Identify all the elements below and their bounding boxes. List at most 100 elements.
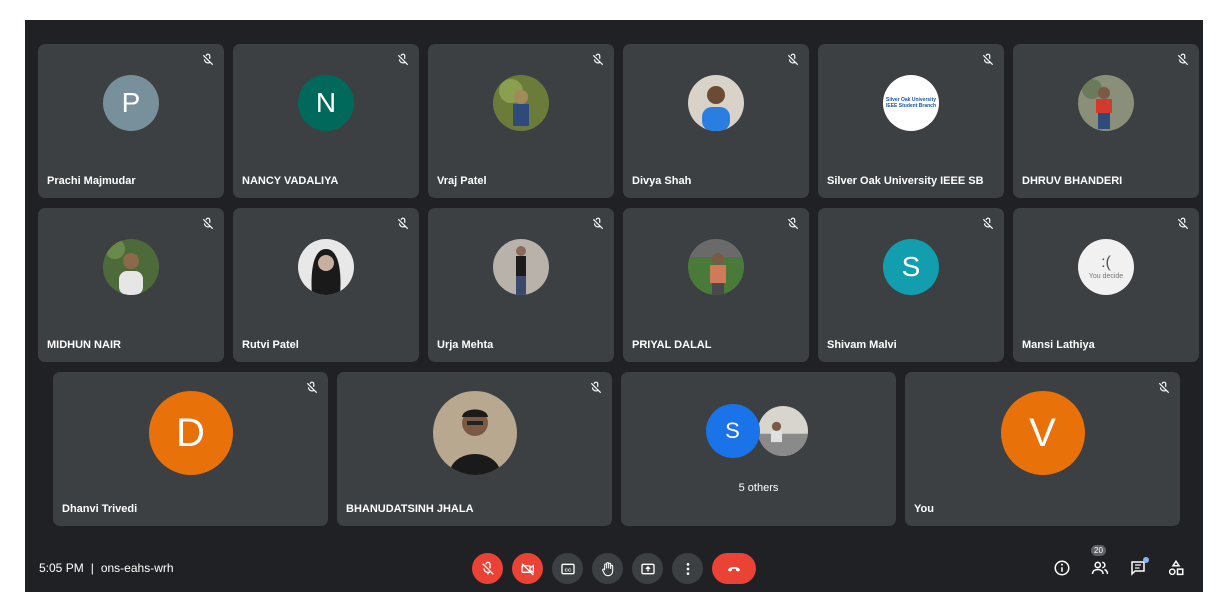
raise-hand-button[interactable] <box>592 553 623 584</box>
call-controls: CC <box>472 553 756 584</box>
participant-name: BHANUDATSINH JHALA <box>346 503 474 515</box>
avatar: N <box>298 75 354 131</box>
avatar: V <box>1000 391 1085 475</box>
participant-name: DHRUV BHANDERI <box>1022 175 1123 187</box>
end-call-icon <box>728 566 740 572</box>
more-vert-icon <box>686 562 689 575</box>
present-icon <box>640 563 655 574</box>
participant-tile[interactable]: N NANCY VADALIYA <box>233 44 419 198</box>
captions-icon: CC <box>560 563 575 574</box>
participant-name: Silver Oak University IEEE SB <box>827 175 984 187</box>
captions-button[interactable]: CC <box>552 553 583 584</box>
people-count-badge: 20 <box>1091 545 1106 556</box>
others-count-label: 5 others <box>738 482 779 494</box>
avatar-photo <box>298 239 354 295</box>
avatar-photo <box>688 75 744 131</box>
hand-icon <box>601 561 613 576</box>
avatar-photo <box>688 239 744 295</box>
participant-tile[interactable]: Rutvi Patel <box>233 208 419 362</box>
others-tile[interactable]: S 5 others <box>621 372 896 526</box>
mic-muted-icon <box>591 217 605 231</box>
people-button[interactable]: 20 <box>1091 545 1109 577</box>
participant-tile[interactable]: Vraj Patel <box>428 44 614 198</box>
svg-text:CC: CC <box>564 567 571 572</box>
others-avatars: S <box>705 404 812 460</box>
participant-tile[interactable]: MIDHUN NAIR <box>38 208 224 362</box>
mic-muted-icon <box>1157 381 1171 395</box>
people-icon <box>1091 561 1109 575</box>
activities-button[interactable] <box>1167 559 1185 577</box>
participant-tile[interactable]: S Shivam Malvi <box>818 208 1004 362</box>
avatar-photo <box>493 75 549 131</box>
mic-off-icon <box>481 561 494 575</box>
meeting-side-controls: 20 <box>1053 545 1185 577</box>
participant-name: Shivam Malvi <box>827 339 897 351</box>
avatar-photo <box>103 239 159 295</box>
mic-muted-icon <box>591 53 605 67</box>
avatar: P <box>103 75 159 131</box>
camera-off-icon <box>520 562 534 575</box>
participant-name: Mansi Lathiya <box>1022 339 1095 351</box>
avatar: D <box>148 391 233 475</box>
avatar-photo <box>1078 75 1134 131</box>
participant-row-3: D Dhanvi Trivedi BHANUDATSINH JHALA S 5 … <box>53 372 1180 526</box>
you-decide-avatar: :( You decide <box>1078 239 1134 295</box>
participant-name: Dhanvi Trivedi <box>62 503 138 515</box>
participant-tile[interactable]: Divya Shah <box>623 44 809 198</box>
divider: | <box>90 561 94 575</box>
camera-toggle-button[interactable] <box>512 553 543 584</box>
leave-call-button[interactable] <box>712 553 756 584</box>
meeting-time: 5:05 PM <box>39 561 84 575</box>
activities-icon <box>1168 559 1184 576</box>
more-options-button[interactable] <box>672 553 703 584</box>
participant-tile[interactable]: DHRUV BHANDERI <box>1013 44 1199 198</box>
participant-name: MIDHUN NAIR <box>47 339 121 351</box>
meet-window: P Prachi Majmudar N NANCY VADALIYA Vraj … <box>25 20 1203 592</box>
mic-muted-icon <box>589 381 603 395</box>
present-screen-button[interactable] <box>632 553 663 584</box>
participant-name: PRIYAL DALAL <box>632 339 712 351</box>
info-icon <box>1054 560 1070 576</box>
participant-tile[interactable]: PRIYAL DALAL <box>623 208 809 362</box>
participant-name: Prachi Majmudar <box>47 175 136 187</box>
mic-muted-icon <box>305 381 319 395</box>
avatar: S <box>705 404 760 458</box>
meeting-code: ons-eahs-wrh <box>100 561 174 575</box>
bottom-toolbar: 5:05 PM | ons-eahs-wrh CC 20 <box>25 545 1203 591</box>
avatar-photo <box>432 391 517 475</box>
mic-muted-icon <box>981 217 995 231</box>
participant-name: NANCY VADALIYA <box>242 175 339 187</box>
avatar-photo <box>755 404 810 458</box>
participant-tile[interactable]: Urja Mehta <box>428 208 614 362</box>
meeting-details: 5:05 PM | ons-eahs-wrh <box>39 561 174 575</box>
participant-tile[interactable]: P Prachi Majmudar <box>38 44 224 198</box>
participant-tile[interactable]: D Dhanvi Trivedi <box>53 372 328 526</box>
participant-row-1: P Prachi Majmudar N NANCY VADALIYA Vraj … <box>38 44 1199 198</box>
mic-muted-icon <box>981 53 995 67</box>
mic-muted-icon <box>1176 217 1190 231</box>
participant-name: Vraj Patel <box>437 175 487 187</box>
participant-name: Urja Mehta <box>437 339 494 351</box>
mic-muted-icon <box>786 53 800 67</box>
avatar-photo <box>493 239 549 295</box>
chat-button[interactable] <box>1129 557 1149 577</box>
participant-tile[interactable]: :( You decide Mansi Lathiya <box>1013 208 1199 362</box>
mic-muted-icon <box>201 217 215 231</box>
notification-dot <box>1143 557 1149 563</box>
participant-name: Rutvi Patel <box>242 339 299 351</box>
self-tile[interactable]: V You <box>905 372 1180 526</box>
mic-muted-icon <box>201 53 215 67</box>
participant-row-2: MIDHUN NAIR Rutvi Patel Urja Mehta PRIYA… <box>38 208 1199 362</box>
microphone-toggle-button[interactable] <box>472 553 503 584</box>
mic-muted-icon <box>1176 53 1190 67</box>
avatar: S <box>883 239 939 295</box>
participant-name: Divya Shah <box>632 175 692 187</box>
participant-name: You <box>914 503 934 515</box>
mic-muted-icon <box>396 217 410 231</box>
participant-tile[interactable]: BHANUDATSINH JHALA <box>337 372 612 526</box>
meeting-details-button[interactable] <box>1053 559 1071 577</box>
ieee-logo-avatar: Silver Oak University IEEE Student Branc… <box>883 75 939 131</box>
mic-muted-icon <box>786 217 800 231</box>
participant-tile[interactable]: Silver Oak University IEEE Student Branc… <box>818 44 1004 198</box>
mic-muted-icon <box>396 53 410 67</box>
